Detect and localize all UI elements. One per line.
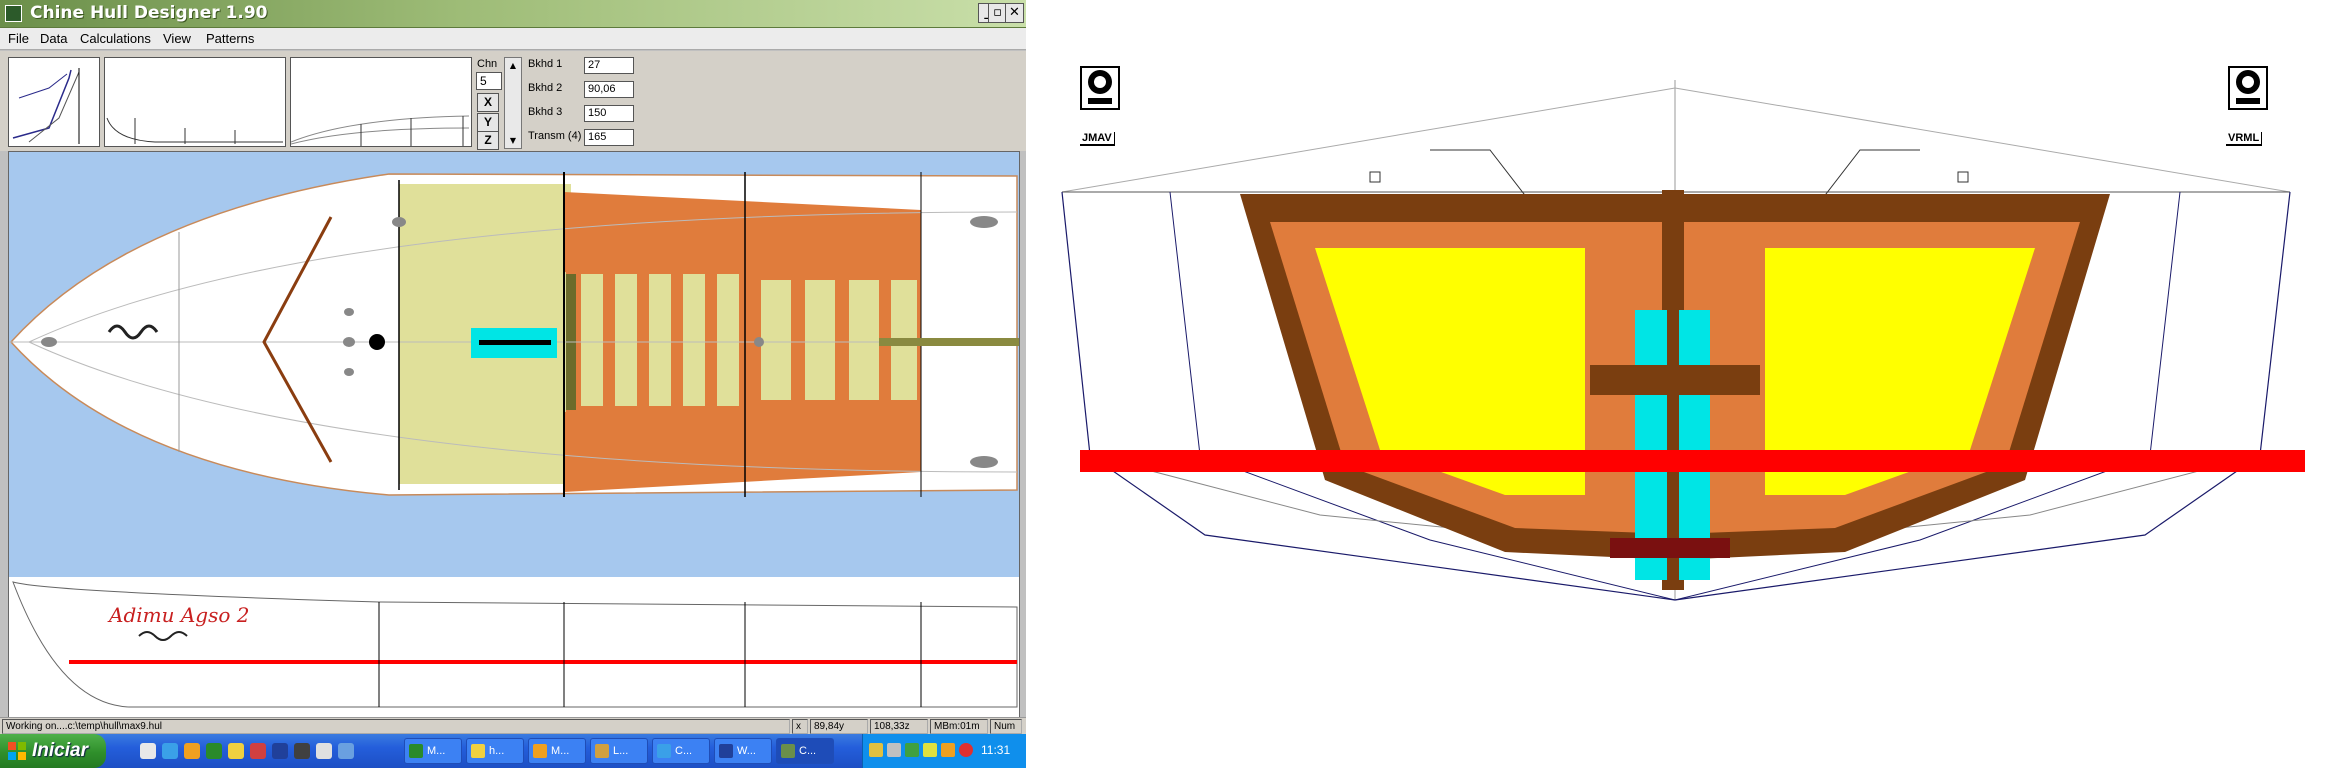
taskbar: Iniciar M... h... M... L... C... W... C.…: [0, 734, 1026, 768]
tiller: [879, 338, 1079, 346]
menu-bar: File Data Calculations View Patterns: [0, 28, 1026, 50]
folder-icon: [471, 744, 485, 758]
vrml-label: VRML: [2226, 132, 2263, 146]
bulkhead-1-field[interactable]: 27: [584, 57, 634, 74]
transom-view-svg: [1061, 80, 2305, 601]
status-bar: Working on....c:\temp\hull\max9.hul x 89…: [0, 717, 1026, 734]
tray-volume-icon[interactable]: [887, 743, 901, 757]
status-num: Num: [990, 719, 1022, 734]
chine-scrollbar[interactable]: ▲ ▼: [504, 57, 522, 149]
task-button-1[interactable]: M...: [404, 738, 462, 764]
hull-designer-icon: [781, 744, 795, 758]
body-plan-thumbnail[interactable]: [8, 57, 100, 147]
menu-data[interactable]: Data: [40, 31, 67, 46]
plan-thumbnail[interactable]: [290, 57, 472, 147]
app-icon: [5, 5, 22, 22]
profile-thumbnail[interactable]: [104, 57, 286, 147]
media-player-icon[interactable]: [294, 743, 310, 759]
status-coord-y: 89,84y: [810, 719, 868, 734]
menu-calculations[interactable]: Calculations: [80, 31, 151, 46]
show-desktop-icon[interactable]: [140, 743, 156, 759]
windows-flag-icon: [8, 742, 26, 760]
tray-messenger-icon[interactable]: [941, 743, 955, 757]
start-label: Iniciar: [32, 740, 88, 761]
status-mode: MBm:01m: [930, 719, 988, 734]
folder-icon[interactable]: [228, 743, 244, 759]
tray-antivirus-icon[interactable]: [959, 743, 973, 757]
app-window: Chine Hull Designer 1.90 _ ▫ ✕ File Data…: [0, 0, 1079, 768]
browser-icon: [657, 744, 671, 758]
hull-drawing-canvas[interactable]: Adimu Agso 2: [8, 151, 1079, 731]
jmav-label: JMAV: [1080, 132, 1115, 146]
word-icon[interactable]: [272, 743, 288, 759]
status-coord-z: 108,33z: [870, 719, 928, 734]
tray-security-icon[interactable]: [905, 743, 919, 757]
messenger-icon: [533, 744, 547, 758]
task-button-4[interactable]: L...: [590, 738, 648, 764]
transom-field[interactable]: 165: [584, 129, 634, 146]
start-button[interactable]: Iniciar: [0, 734, 106, 768]
window-title: Chine Hull Designer 1.90: [30, 3, 268, 23]
bulkhead-1-label: Bkhd 1: [528, 58, 563, 70]
bulkhead-2-field[interactable]: 90,06: [584, 81, 634, 98]
scroll-down-icon[interactable]: ▼: [506, 134, 520, 147]
system-tray: 11:31: [862, 734, 1026, 768]
axis-x-button[interactable]: X: [477, 93, 499, 112]
hull-drawing: Adimu Agso 2: [9, 152, 1079, 718]
tray-update-icon[interactable]: [923, 743, 937, 757]
excel-icon: [409, 744, 423, 758]
menu-view[interactable]: View: [163, 31, 191, 46]
toolbar: Chn 5 X Y Z ▲ ▼ Bkhd 1 27 Bkhd 2 90,06 B…: [0, 51, 1026, 151]
axis-z-button[interactable]: Z: [477, 131, 499, 150]
quicklaunch-icon[interactable]: [316, 743, 332, 759]
word-icon: [719, 744, 733, 758]
menu-patterns[interactable]: Patterns: [206, 31, 254, 46]
status-x-label: x: [792, 719, 808, 734]
crossbeam: [1590, 365, 1760, 395]
chevron-icon[interactable]: [338, 743, 354, 759]
transom-view-drawing[interactable]: JMAV VRML: [1050, 60, 2341, 768]
jmav-logo: [1080, 66, 1120, 110]
axis-y-button[interactable]: Y: [477, 113, 499, 132]
chine-label: Chn: [477, 58, 498, 70]
task-button-7[interactable]: C...: [776, 738, 834, 764]
menu-file[interactable]: File: [8, 31, 29, 46]
excel-icon[interactable]: [206, 743, 222, 759]
status-file-path: Working on....c:\temp\hull\max9.hul: [2, 719, 790, 734]
task-button-2[interactable]: h...: [466, 738, 524, 764]
vrml-logo: [2228, 66, 2268, 110]
transom-label: Transm (4): [528, 130, 582, 142]
powerpoint-icon[interactable]: [250, 743, 266, 759]
bulkhead-3-label: Bkhd 3: [528, 106, 563, 118]
title-bar: Chine Hull Designer 1.90 _ ▫ ✕: [0, 0, 1026, 28]
taskbar-clock: 11:31: [981, 743, 1011, 757]
chine-count-field[interactable]: 5: [476, 72, 502, 90]
task-button-3[interactable]: M...: [528, 738, 586, 764]
scroll-up-icon[interactable]: ▲: [506, 59, 520, 72]
document-icon: [595, 744, 609, 758]
internet-explorer-icon[interactable]: [162, 743, 178, 759]
messenger-icon[interactable]: [184, 743, 200, 759]
transom-waterline: [1080, 450, 2305, 472]
hull-name-label: Adimu Agso 2: [107, 603, 249, 627]
close-button[interactable]: ✕: [1005, 3, 1024, 23]
task-button-5[interactable]: C...: [652, 738, 710, 764]
task-button-6[interactable]: W...: [714, 738, 772, 764]
mast-step-icon: [369, 334, 385, 350]
tray-network-icon[interactable]: [869, 743, 883, 757]
bulkhead-3-field[interactable]: 150: [584, 105, 634, 122]
bulkhead-2-label: Bkhd 2: [528, 82, 563, 94]
